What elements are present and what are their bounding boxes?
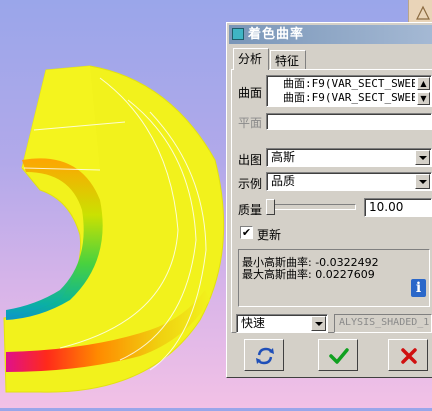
scroll-down-arrow-icon[interactable]: ▼ (417, 92, 430, 105)
update-label: 更新 (257, 228, 282, 242)
plane-field[interactable] (266, 113, 432, 130)
repaint-button[interactable] (244, 339, 284, 371)
ok-button[interactable] (318, 339, 358, 371)
triangle-icon (416, 5, 430, 20)
output-dropdown[interactable]: 高斯 (266, 148, 432, 167)
slider-track (266, 204, 356, 210)
results-panel: 最小高斯曲率: -0.0322492 最大高斯曲率: 0.0227609 (238, 249, 430, 307)
plane-label: 平面 (238, 116, 263, 130)
quality-label: 质量 (238, 203, 263, 217)
example-dropdown[interactable]: 品质 (266, 172, 432, 191)
surface-list-item[interactable]: 曲面:F9(VAR_SECT_SWEEP (283, 91, 415, 105)
output-value: 高斯 (271, 150, 296, 164)
chevron-down-icon[interactable] (415, 174, 430, 189)
max-gaussian-curvature: 最大高斯曲率: 0.0227609 (242, 268, 375, 281)
output-label: 出图 (238, 153, 263, 167)
quality-value: 10.00 (369, 200, 404, 214)
close-button[interactable] (388, 339, 428, 371)
checkmark-icon (329, 348, 349, 364)
info-icon[interactable]: i (411, 279, 426, 297)
speed-value: 快速 (241, 316, 266, 330)
tab-feature[interactable]: 特征 (270, 50, 306, 70)
view-corner-tab[interactable] (408, 0, 432, 24)
example-label: 示例 (238, 177, 263, 191)
speed-dropdown[interactable]: 快速 (236, 314, 328, 333)
slider-thumb[interactable] (266, 199, 275, 215)
example-value: 品质 (271, 174, 296, 188)
quality-input[interactable]: 10.00 (364, 198, 432, 217)
analysis-name-value: ALYSIS_SHADED_1 (339, 317, 430, 328)
app-icon (232, 28, 244, 40)
surface-list-item[interactable]: 曲面:F9(VAR_SECT_SWEEP (283, 77, 415, 91)
quality-slider[interactable] (266, 199, 356, 215)
chevron-down-icon[interactable] (415, 150, 430, 165)
close-icon (401, 348, 417, 364)
chevron-down-icon[interactable] (311, 316, 326, 331)
update-checkbox[interactable]: ✔ (240, 226, 253, 239)
refresh-icon (256, 347, 274, 365)
surface-list[interactable]: 曲面:F9(VAR_SECT_SWEEP 曲面:F9(VAR_SECT_SWEE… (266, 75, 432, 107)
dialog-titlebar[interactable]: 着色曲率 (229, 25, 432, 44)
scroll-up-arrow-icon[interactable]: ▲ (417, 77, 430, 90)
dialog-title: 着色曲率 (248, 27, 305, 42)
surface-label: 曲面 (238, 86, 263, 100)
tab-analysis[interactable]: 分析 (233, 48, 269, 70)
analysis-name-field[interactable]: ALYSIS_SHADED_1 (334, 314, 432, 333)
